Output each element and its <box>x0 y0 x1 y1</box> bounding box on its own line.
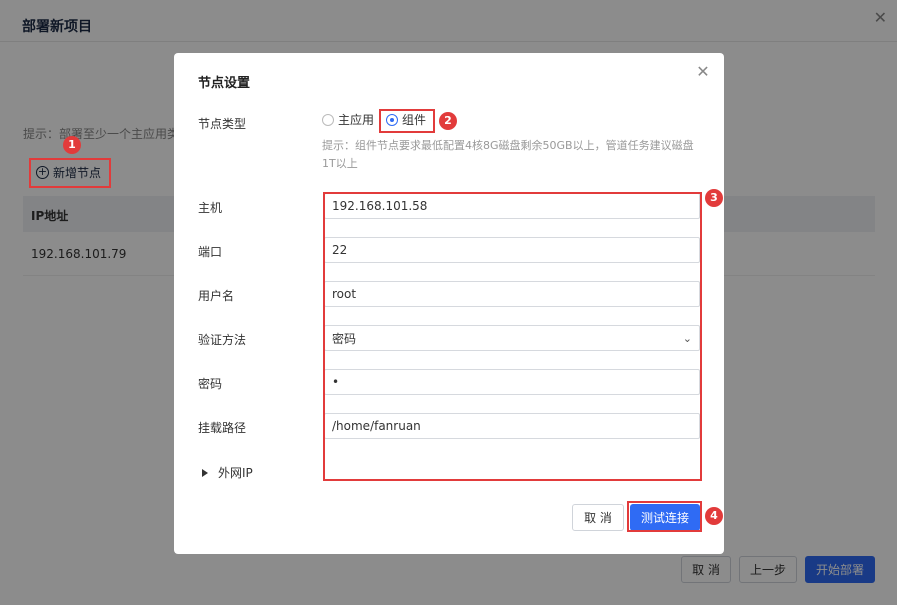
annotation-box-4 <box>627 501 702 532</box>
annotation-box-3 <box>323 192 702 481</box>
password-label: 密码 <box>198 377 223 391</box>
external-ip-label: 外网IP <box>218 466 253 480</box>
modal-cancel-button[interactable]: 取 消 <box>572 504 624 531</box>
caret-right-icon <box>202 468 208 477</box>
radio-main-app-label: 主应用 <box>338 113 375 127</box>
node-type-hint: 提示：组件节点要求最低配置4核8G磁盘剩余50GB以上，管道任务建议磁盘1T以上 <box>322 139 694 170</box>
external-ip-expander[interactable]: 外网IP <box>202 464 253 481</box>
mount-path-label: 挂载路径 <box>198 421 247 435</box>
close-icon[interactable]: ✕ <box>695 64 711 80</box>
radio-main-app[interactable]: 主应用 <box>322 111 374 128</box>
annotation-badge-3: 3 <box>705 189 723 207</box>
username-label: 用户名 <box>198 289 235 303</box>
annotation-box-2 <box>379 109 435 133</box>
node-type-label: 节点类型 <box>198 117 247 131</box>
auth-method-label: 验证方法 <box>198 333 247 347</box>
annotation-badge-1: 1 <box>63 136 81 154</box>
host-label: 主机 <box>198 201 223 215</box>
annotation-badge-2: 2 <box>439 112 457 130</box>
annotation-box-1 <box>29 158 111 188</box>
annotation-badge-4: 4 <box>705 507 723 525</box>
radio-circle-icon <box>322 113 334 126</box>
modal-title: 节点设置 <box>198 76 251 91</box>
port-label: 端口 <box>198 245 223 259</box>
